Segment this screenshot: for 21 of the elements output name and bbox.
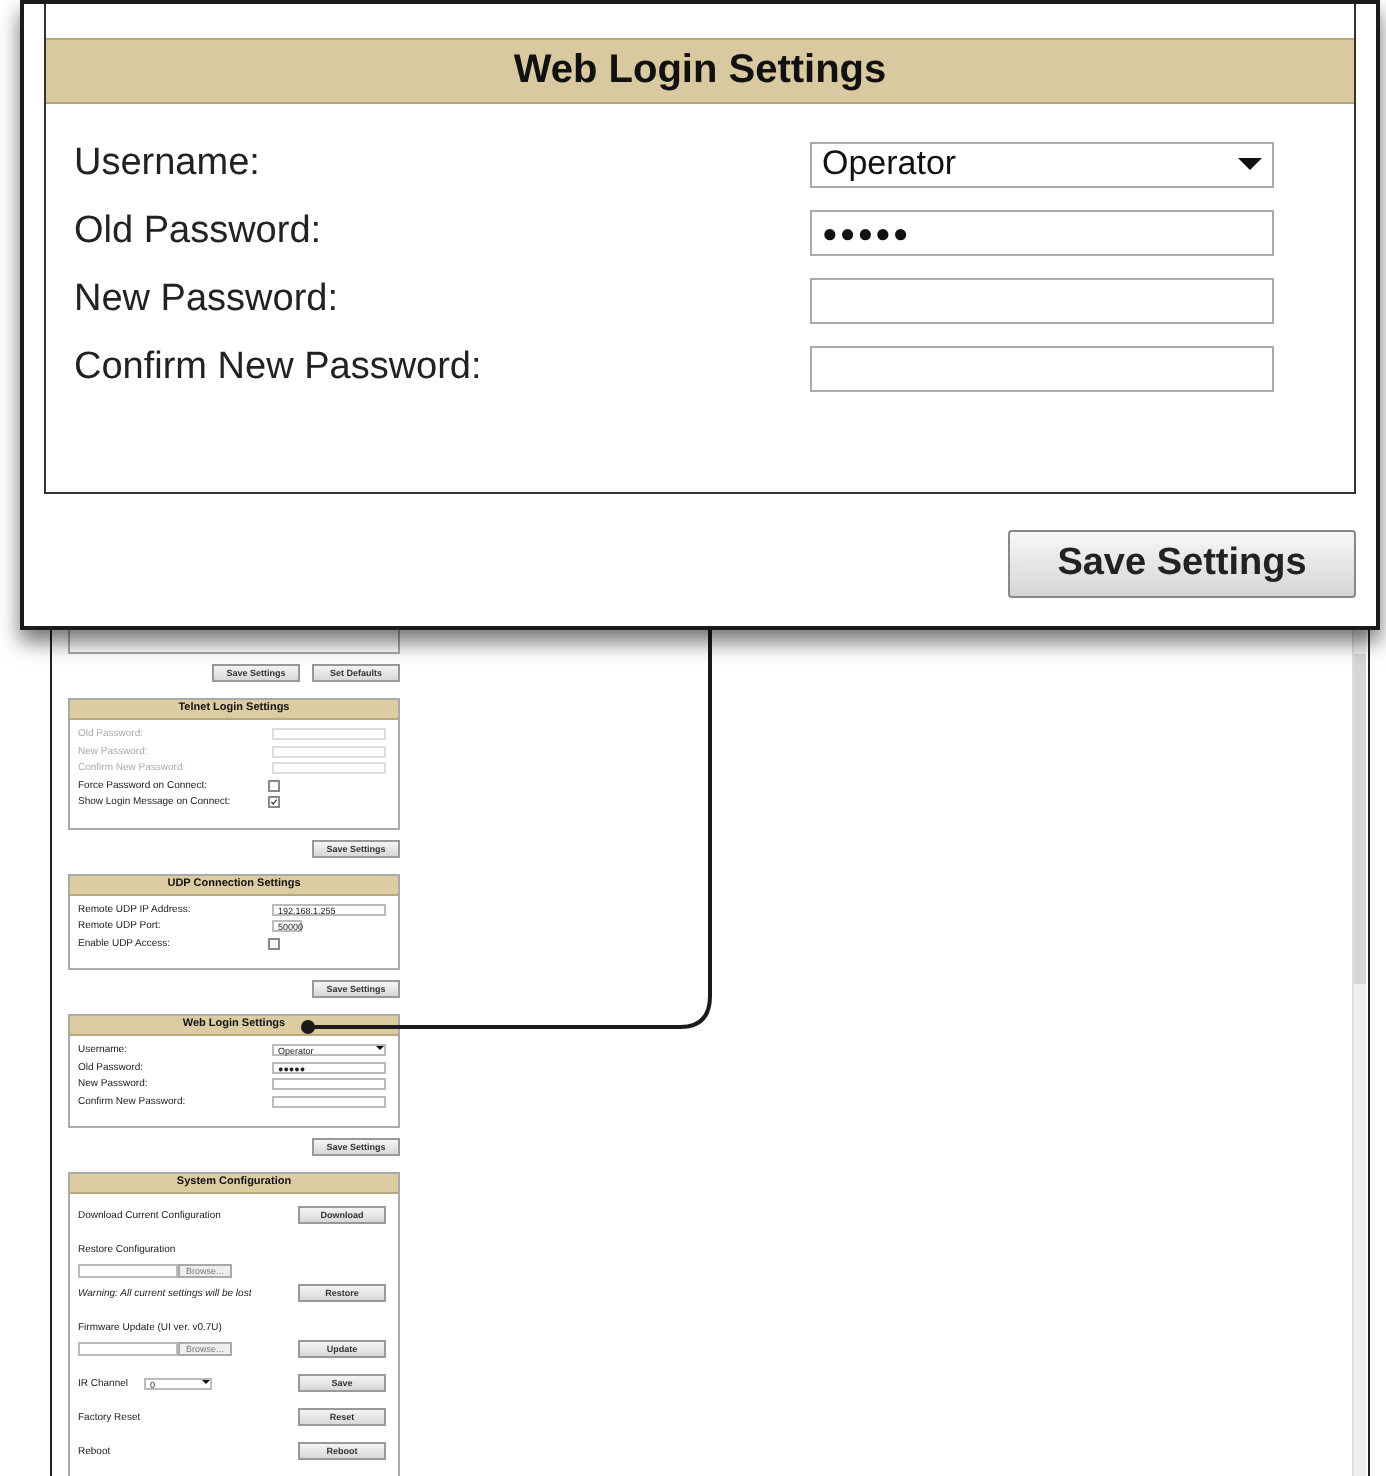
field-label: Old Password: <box>74 210 322 254</box>
panel-title: Web Login Settings <box>46 38 1354 104</box>
text-field[interactable]: ●●●●● <box>810 209 1274 255</box>
text-field[interactable] <box>810 345 1274 391</box>
scrollbar[interactable] <box>1352 630 1366 1476</box>
checkbox[interactable] <box>268 796 280 809</box>
file-field[interactable] <box>78 1264 178 1278</box>
text-field[interactable] <box>272 1078 386 1091</box>
caret-icon <box>376 1046 384 1051</box>
field-label: Confirm New Password: <box>74 346 482 390</box>
text-field[interactable] <box>810 277 1274 323</box>
file-field[interactable] <box>78 1342 178 1356</box>
caret-icon <box>1238 158 1262 170</box>
checkbox[interactable] <box>268 937 280 950</box>
field-label: New Password: <box>74 278 338 322</box>
save-settings-button[interactable]: Save Settings <box>1008 530 1356 598</box>
text-field[interactable] <box>272 1095 386 1108</box>
field-label: Username: <box>74 142 260 186</box>
caret-icon <box>202 1379 211 1383</box>
checkbox[interactable] <box>268 779 280 792</box>
select-field[interactable]: Operator <box>810 141 1274 187</box>
